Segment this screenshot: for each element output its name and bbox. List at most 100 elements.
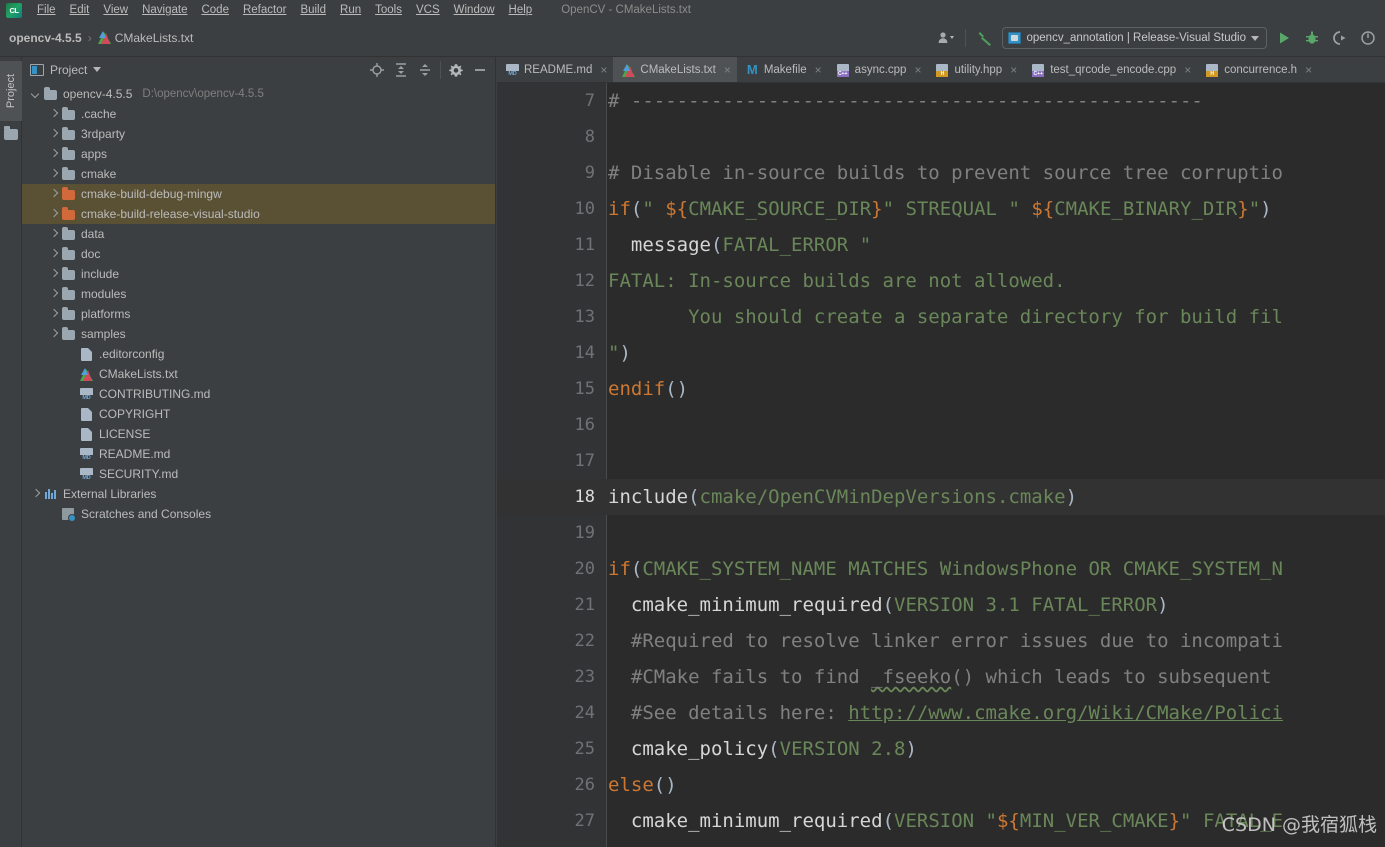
chevron-right-icon[interactable] [48,289,59,300]
tree-row[interactable]: 3rdparty [22,124,495,144]
tree-row[interactable]: MD README.md [22,444,495,464]
chevron-right-icon[interactable] [48,209,59,220]
code-line[interactable]: 24 #See details here: http://www.cmake.o… [497,695,1385,731]
code-line[interactable]: 25 cmake_policy(VERSION 2.8) [497,731,1385,767]
code-line[interactable]: 17 [497,443,1385,479]
debug-icon[interactable] [1301,27,1323,49]
chevron-right-icon[interactable] [30,489,41,500]
tree-row[interactable]: .cache [22,104,495,124]
user-avatar-icon[interactable] [935,27,957,49]
close-icon[interactable]: × [1184,63,1191,77]
code-line[interactable]: 23 #CMake fails to find _fseeko() which … [497,659,1385,695]
breadcrumb-item-file[interactable]: CMakeLists.txt [95,30,197,46]
menu-edit[interactable]: Edit [63,2,97,18]
tree-row[interactable]: data [22,224,495,244]
editor-tab-bar[interactable]: MD README.md × CMakeLists.txt × M Makefile × C++… [497,57,1385,83]
menu-code[interactable]: Code [194,2,236,18]
code-editor[interactable]: 7 # -------------------------------------… [497,83,1385,847]
tree-row[interactable]: External Libraries [22,484,495,504]
close-icon[interactable]: × [914,63,921,77]
chevron-right-icon[interactable] [48,109,59,120]
close-icon[interactable]: × [600,63,607,77]
code-line[interactable]: 16 [497,407,1385,443]
code-line[interactable]: 22 #Required to resolve linker error iss… [497,623,1385,659]
collapse-all-icon[interactable] [414,59,436,81]
run-with-coverage-icon[interactable] [1329,27,1351,49]
code-line[interactable]: 15 endif() [497,371,1385,407]
menu-view[interactable]: View [96,2,135,18]
chevron-right-icon[interactable] [48,269,59,280]
chevron-right-icon[interactable] [48,249,59,260]
code-line[interactable]: 27 cmake_minimum_required(VERSION "${MIN… [497,803,1385,839]
tree-row[interactable]: apps [22,144,495,164]
project-view-chevron-down-icon[interactable] [93,67,102,72]
editor-tab[interactable]: C++ async.cpp × [828,57,928,82]
tree-row[interactable]: include [22,264,495,284]
chevron-right-icon[interactable] [48,169,59,180]
chevron-right-icon[interactable] [48,129,59,140]
tree-row[interactable]: samples [22,324,495,344]
code-line[interactable]: 21 cmake_minimum_required(VERSION 3.1 FA… [497,587,1385,623]
chevron-right-icon[interactable] [48,229,59,240]
menu-window[interactable]: Window [447,2,502,18]
menu-build[interactable]: Build [293,2,333,18]
close-icon[interactable]: × [1305,63,1312,77]
tree-row[interactable]: opencv-4.5.5 D:\opencv\opencv-4.5.5 [22,84,495,104]
editor-tab[interactable]: MD README.md × [497,57,613,82]
code-line[interactable]: 26 else() [497,767,1385,803]
menu-help[interactable]: Help [502,2,540,18]
tree-row[interactable]: CMakeLists.txt [22,364,495,384]
code-line[interactable]: 12 FATAL: In-source builds are not allowe… [497,263,1385,299]
menu-tools[interactable]: Tools [368,2,409,18]
tree-row[interactable]: cmake [22,164,495,184]
code-line[interactable]: 10 if(" ${CMAKE_SOURCE_DIR}" STREQUAL " $… [497,191,1385,227]
tool-window-button-project[interactable]: Project [0,61,22,121]
editor-tab[interactable]: CMakeLists.txt × [613,57,737,82]
breadcrumb-item-project[interactable]: opencv-4.5.5 [6,30,85,46]
hide-minimize-icon[interactable] [469,59,491,81]
menu-vcs[interactable]: VCS [409,2,447,18]
code-line[interactable]: 9 # Disable in-source builds to prevent s… [497,155,1385,191]
code-line[interactable]: 7 # -------------------------------------… [497,83,1385,119]
settings-gear-icon[interactable] [445,59,467,81]
tree-row[interactable]: MD CONTRIBUTING.md [22,384,495,404]
project-file-tree[interactable]: opencv-4.5.5 D:\opencv\opencv-4.5.5 .cache… [22,82,495,847]
editor-lines[interactable]: 7 # -------------------------------------… [497,83,1385,839]
tree-row[interactable]: COPYRIGHT [22,404,495,424]
tree-row[interactable]: LICENSE [22,424,495,444]
tree-row[interactable]: doc [22,244,495,264]
editor-tab[interactable]: M Makefile × [737,57,828,82]
tree-row[interactable]: modules [22,284,495,304]
code-line[interactable]: 18 include(cmake/OpenCVMinDepVersions.cma… [497,479,1385,515]
editor-tab[interactable]: Hconcurrence.h × [1197,57,1318,82]
menu-run[interactable]: Run [333,2,368,18]
chevron-right-icon[interactable] [48,189,59,200]
expand-all-icon[interactable] [390,59,412,81]
run-icon[interactable] [1273,27,1295,49]
code-line[interactable]: 19 [497,515,1385,551]
tree-row[interactable]: cmake-build-release-visual-studio [22,204,495,224]
structure-folder-icon[interactable] [4,126,18,140]
menu-navigate[interactable]: Navigate [135,2,194,18]
tree-row[interactable]: Scratches and Consoles [22,504,495,524]
menu-file[interactable]: File [30,2,63,18]
close-icon[interactable]: × [724,63,731,77]
close-icon[interactable]: × [815,63,822,77]
profiler-icon[interactable] [1357,27,1379,49]
editor-tab[interactable]: C++ test_qrcode_encode.cpp × [1023,57,1197,82]
chevron-down-icon[interactable] [30,89,41,100]
locate-target-icon[interactable] [366,59,388,81]
code-line[interactable]: 14 ") [497,335,1385,371]
chevron-right-icon[interactable] [48,329,59,340]
tree-row[interactable]: platforms [22,304,495,324]
tree-row[interactable]: .editorconfig [22,344,495,364]
code-line[interactable]: 11 message(FATAL_ERROR " [497,227,1385,263]
code-line[interactable]: 13 You should create a separate director… [497,299,1385,335]
editor-tab[interactable]: Hutility.hpp × [927,57,1023,82]
close-icon[interactable]: × [1010,63,1017,77]
run-configuration-selector[interactable]: opencv_annotation | Release-Visual Studi… [1002,27,1267,49]
code-line[interactable]: 8 [497,119,1385,155]
chevron-right-icon[interactable] [48,149,59,160]
tree-row[interactable]: cmake-build-debug-mingw [22,184,495,204]
chevron-right-icon[interactable] [48,309,59,320]
